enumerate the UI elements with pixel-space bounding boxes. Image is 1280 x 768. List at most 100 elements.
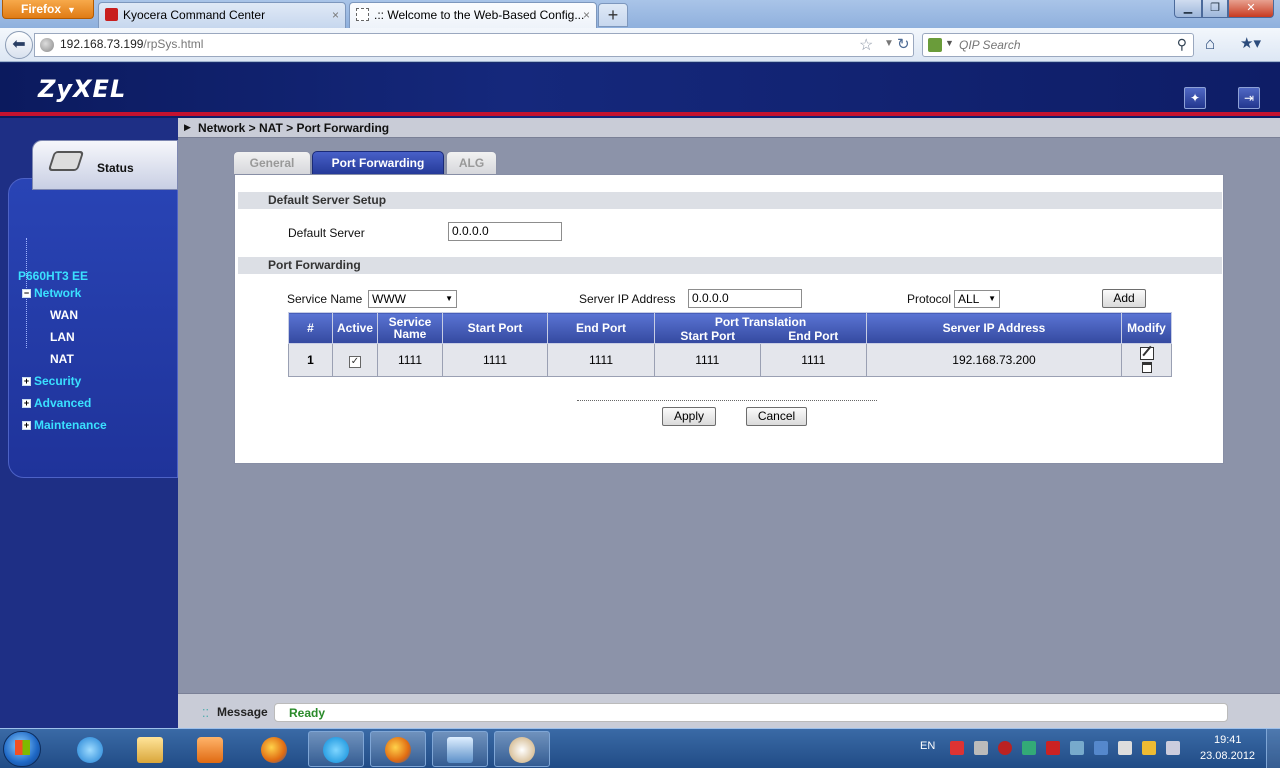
firefox-icon — [261, 737, 287, 763]
default-server-input[interactable]: 0.0.0.0 — [448, 222, 562, 241]
collapse-icon[interactable]: − — [22, 289, 31, 298]
taskbar: EN 19:41 23.08.2012 — [0, 728, 1280, 768]
expand-icon[interactable]: + — [22, 377, 31, 386]
taskbar-firefox[interactable] — [246, 731, 302, 767]
back-button[interactable]: ⬅ — [5, 31, 33, 59]
table-header-row: # Active Service Name Start Port End Port… — [288, 312, 1172, 344]
bookmarks-menu-icon[interactable]: ★▾ — [1240, 34, 1261, 52]
column-header-port-translation: Port Translation Start Port End Port — [654, 312, 867, 344]
navigation-toolbar: ⬅ 192.168.73.199/rpSys.html ☆ ▼ ↻ ▼ ⚲ ⌂ … — [0, 28, 1280, 62]
service-name-select[interactable]: WWW ▼ — [368, 290, 457, 308]
active-checkbox[interactable]: ✓ — [349, 355, 361, 368]
protocol-label: Protocol — [907, 292, 952, 306]
volume-icon[interactable] — [1166, 741, 1180, 755]
column-header-service-name: Service Name — [377, 312, 443, 344]
tab-kyocera[interactable]: Kyocera Command Center × — [98, 2, 346, 28]
expand-icon[interactable]: + — [22, 421, 31, 430]
internet-explorer-icon — [77, 737, 103, 763]
search-engine-icon[interactable] — [928, 38, 942, 52]
menu-panel — [8, 178, 178, 478]
row-start-port: 1111 — [442, 343, 548, 377]
chevron-down-icon[interactable]: ▼ — [945, 38, 954, 48]
message-label: Message — [217, 705, 268, 719]
search-input[interactable] — [959, 38, 1159, 52]
browser-title-bar: Firefox ▼ Kyocera Command Center × .:: We… — [0, 0, 1280, 28]
sidebar-item-advanced[interactable]: + Advanced — [22, 396, 91, 410]
clock-date[interactable]: 23.08.2012 — [1200, 750, 1255, 762]
tray-app-icon[interactable] — [1046, 741, 1060, 755]
taskbar-explorer[interactable] — [122, 731, 178, 767]
tray-app-icon[interactable] — [1022, 741, 1036, 755]
add-button[interactable]: Add — [1102, 289, 1146, 308]
default-server-label: Default Server — [288, 226, 365, 240]
minimize-button[interactable]: ▁ — [1174, 0, 1202, 18]
protocol-value: ALL — [958, 292, 980, 306]
apply-button[interactable]: Apply — [662, 407, 716, 426]
taskbar-media-player[interactable] — [182, 731, 238, 767]
tab-port-forwarding[interactable]: Port Forwarding — [312, 151, 444, 174]
port-translation-end-header: End Port — [788, 329, 839, 343]
home-icon[interactable]: ⌂ — [1205, 34, 1215, 54]
divider — [577, 400, 877, 401]
logout-icon[interactable]: ⇥ — [1238, 87, 1260, 109]
sidebar-item-label: Security — [34, 374, 82, 388]
clock-time[interactable]: 19:41 — [1214, 734, 1242, 746]
chevron-down-icon: ▼ — [67, 5, 76, 15]
close-tab-icon[interactable]: × — [332, 3, 339, 27]
trash-icon[interactable] — [1141, 362, 1152, 373]
expand-icon[interactable]: + — [22, 399, 31, 408]
server-ip-label: Server IP Address — [579, 292, 676, 306]
taskbar-firefox-open[interactable] — [370, 731, 426, 767]
tray-app-icon[interactable] — [1070, 741, 1084, 755]
sidebar-item-wan[interactable]: WAN — [50, 308, 78, 322]
show-desktop-button[interactable] — [1266, 729, 1280, 768]
sidebar-item-lan[interactable]: LAN — [50, 330, 75, 344]
main-content: ▶ Network > NAT > Port Forwarding Genera… — [178, 118, 1280, 693]
new-tab-button[interactable]: + — [598, 3, 628, 27]
folder-icon — [137, 737, 163, 763]
search-icon[interactable]: ⚲ — [1177, 36, 1187, 53]
row-pt-start: 1111 — [655, 344, 761, 377]
url-host: 192.168.73.199 — [60, 37, 144, 51]
sidebar-item-network[interactable]: − Network — [22, 286, 81, 300]
close-window-button[interactable]: ✕ — [1228, 0, 1274, 18]
network-icon[interactable] — [1142, 741, 1156, 755]
server-ip-input[interactable]: 0.0.0.0 — [688, 289, 802, 308]
taskbar-remote-desktop[interactable] — [432, 731, 488, 767]
maximize-button[interactable]: ❐ — [1202, 0, 1228, 18]
tray-app-icon[interactable] — [998, 741, 1012, 755]
tab-router-config[interactable]: .:: Welcome to the Web-Based Config... × — [349, 2, 597, 28]
protocol-select[interactable]: ALL ▼ — [954, 290, 1000, 308]
tray-app-icon[interactable] — [1094, 741, 1108, 755]
taskbar-ie[interactable] — [62, 731, 118, 767]
taskbar-skype[interactable] — [308, 731, 364, 767]
start-button[interactable] — [3, 731, 41, 767]
cancel-button[interactable]: Cancel — [746, 407, 807, 426]
firefox-menu-button[interactable]: Firefox ▼ — [2, 0, 94, 19]
tab-alg[interactable]: ALG — [446, 151, 497, 174]
message-field: Ready — [274, 703, 1228, 722]
tab-general[interactable]: General — [233, 151, 311, 174]
sidebar-item-security[interactable]: + Security — [22, 374, 81, 388]
tray-app-icon[interactable] — [974, 741, 988, 755]
header-banner: ZyXEL ✦ ⇥ — [0, 63, 1280, 118]
bookmark-star-icon[interactable]: ☆ — [859, 35, 873, 55]
zyxel-logo: ZyXEL — [38, 75, 127, 103]
sidebar-item-nat[interactable]: NAT — [50, 352, 74, 366]
url-text: 192.168.73.199/rpSys.html — [60, 37, 203, 51]
wizard-icon[interactable]: ✦ — [1184, 87, 1206, 109]
media-player-icon — [197, 737, 223, 763]
tray-app-icon[interactable] — [950, 741, 964, 755]
action-center-icon[interactable] — [1118, 741, 1132, 755]
router-icon — [47, 151, 85, 171]
edit-icon[interactable] — [1139, 347, 1154, 360]
reload-icon[interactable]: ↻ — [897, 35, 910, 53]
url-bar[interactable]: 192.168.73.199/rpSys.html ☆ ▼ ↻ — [34, 33, 914, 57]
firefox-icon — [385, 737, 411, 763]
sidebar-item-maintenance[interactable]: + Maintenance — [22, 418, 107, 432]
taskbar-paint[interactable] — [494, 731, 550, 767]
language-indicator[interactable]: EN — [920, 740, 935, 752]
history-dropdown-icon[interactable]: ▼ — [884, 38, 894, 49]
status-tab[interactable]: Status — [32, 140, 178, 190]
close-tab-icon[interactable]: × — [583, 3, 590, 27]
